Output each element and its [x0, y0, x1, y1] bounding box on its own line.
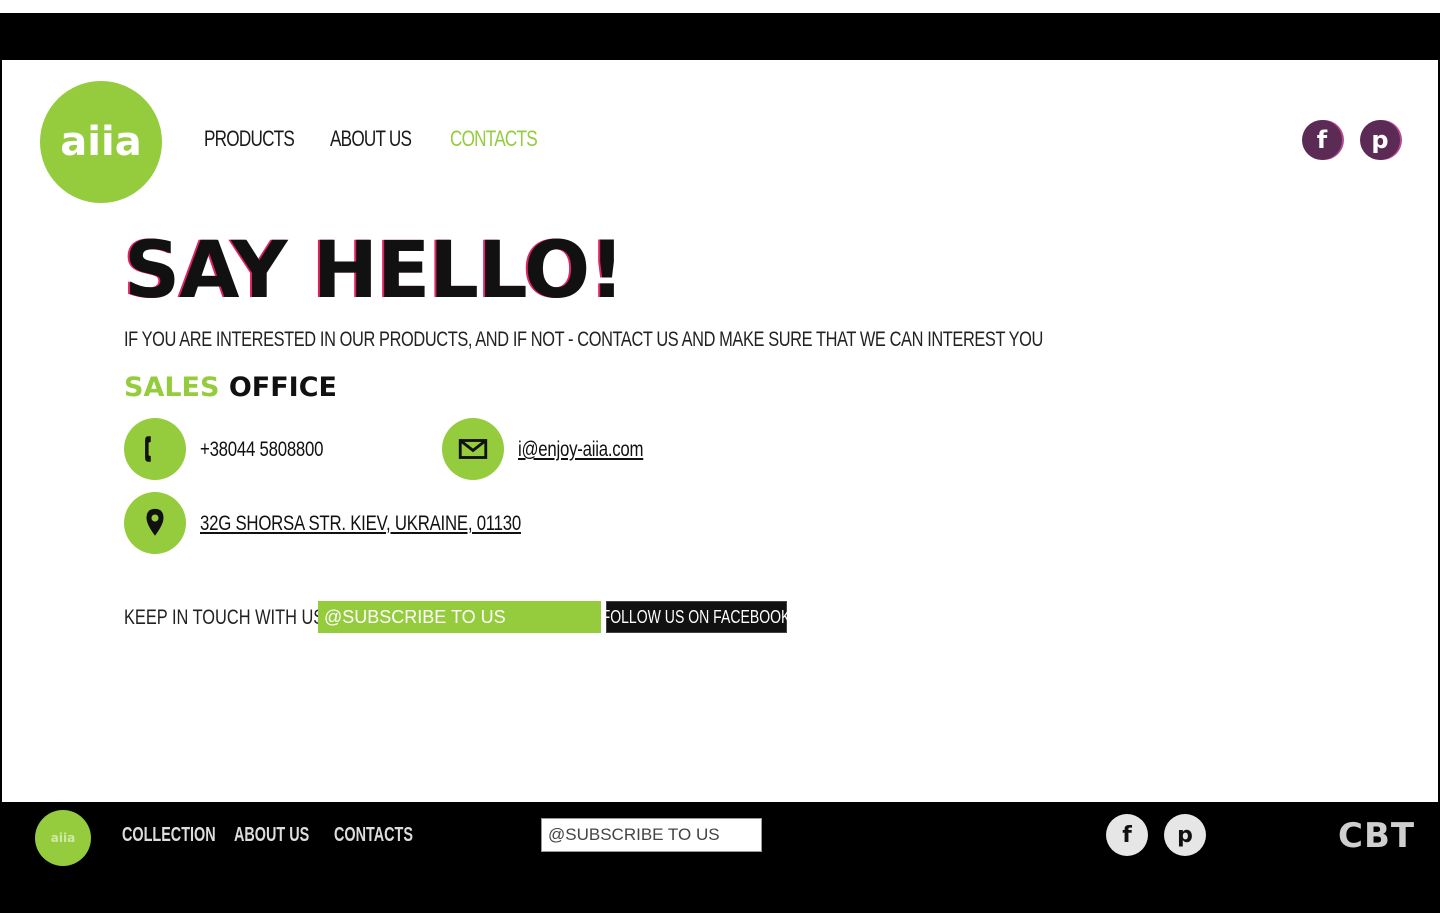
- footer-nav: COLLECTION ABOUT US CONTACTS: [122, 824, 413, 847]
- footer-logo[interactable]: aiia: [35, 810, 91, 866]
- address-link[interactable]: 32G SHORSA STR. KIEV, UKRAINE, 01130: [200, 512, 521, 536]
- nav-products[interactable]: PRODUCTS: [204, 126, 295, 152]
- top-bar: [0, 13, 1440, 60]
- mail-icon: [442, 418, 504, 480]
- footer-nav-about-us[interactable]: ABOUT US: [234, 824, 309, 847]
- footer-social-links: f p: [1106, 814, 1206, 856]
- logo[interactable]: aiia: [40, 81, 162, 203]
- follow-facebook-button[interactable]: FOLLOW US ON FACEBOOK: [602, 601, 791, 633]
- top-band: [0, 0, 1440, 13]
- nav-about-us[interactable]: ABOUT US: [330, 126, 412, 152]
- location-pin-icon: [124, 492, 186, 554]
- logo-text: aiia: [60, 119, 142, 165]
- footer-nav-contacts[interactable]: CONTACTS: [334, 824, 413, 847]
- footer-brand-logo: CBT: [1338, 816, 1416, 856]
- footer-nav-collection[interactable]: COLLECTION: [122, 824, 216, 847]
- section-title: SALES OFFICE: [124, 372, 337, 403]
- footer: aiia COLLECTION ABOUT US CONTACTS f p CB…: [0, 802, 1440, 913]
- footer-pinterest-icon[interactable]: p: [1164, 814, 1206, 856]
- email-link[interactable]: i@enjoy-aiia.com: [518, 438, 644, 462]
- section-title-accent: SALES: [124, 372, 220, 403]
- nav-contacts[interactable]: CONTACTS: [450, 126, 538, 152]
- footer-facebook-icon[interactable]: f: [1106, 814, 1148, 856]
- pinterest-icon[interactable]: p: [1360, 120, 1400, 160]
- footer-subscribe-input[interactable]: [541, 818, 762, 852]
- phone-icon: [124, 418, 186, 480]
- follow-facebook-label: FOLLOW US ON FACEBOOK: [602, 606, 791, 627]
- section-title-main: OFFICE: [228, 372, 337, 403]
- page-title: SAY HELLO!: [124, 226, 625, 316]
- facebook-icon[interactable]: f: [1302, 120, 1342, 160]
- subscribe-input[interactable]: [318, 601, 601, 633]
- social-links: f p: [1302, 120, 1400, 160]
- phone-number[interactable]: +38044 5808800: [200, 438, 323, 462]
- footer-logo-text: aiia: [50, 831, 76, 845]
- main-nav: PRODUCTS ABOUT US CONTACTS: [204, 126, 538, 152]
- keep-in-touch-label: KEEP IN TOUCH WITH US: [124, 606, 325, 629]
- intro-text: IF YOU ARE INTERESTED IN OUR PRODUCTS, A…: [124, 328, 1043, 351]
- page-content: aiia PRODUCTS ABOUT US CONTACTS f p SAY …: [2, 60, 1438, 802]
